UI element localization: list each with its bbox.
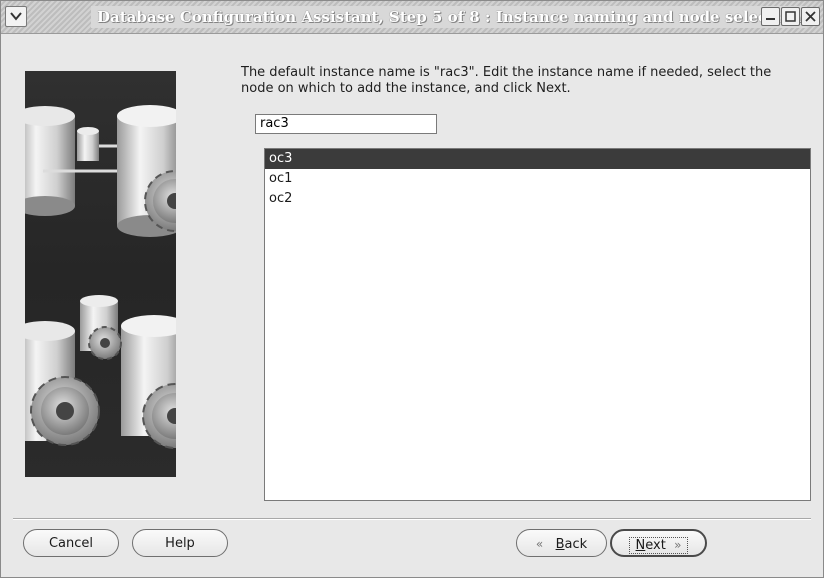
footer-divider [13, 518, 811, 520]
window-title: Database Configuration Assistant, Step 5… [91, 6, 807, 28]
chevron-left-icon: « [535, 537, 544, 551]
help-button[interactable]: Help [132, 529, 228, 557]
cancel-button[interactable]: Cancel [23, 529, 119, 557]
instance-name-input[interactable] [255, 114, 437, 134]
wizard-illustration [25, 71, 176, 477]
instructions-text: The default instance name is "rac3". Edi… [241, 65, 772, 96]
cancel-button-label: Cancel [48, 536, 94, 551]
minimize-button[interactable] [761, 7, 780, 26]
title-bar[interactable]: Database Configuration Assistant, Step 5… [1, 1, 823, 34]
list-item-oc3[interactable]: oc3 [265, 149, 810, 169]
minimize-icon [766, 18, 775, 20]
dialog-window: Database Configuration Assistant, Step 5… [0, 0, 824, 578]
back-button[interactable]: « Back [516, 529, 607, 557]
help-button-label: Help [165, 536, 195, 551]
list-item-oc1[interactable]: oc1 [265, 169, 810, 189]
close-button[interactable] [801, 7, 820, 26]
next-focus-ring: Next » [628, 537, 689, 554]
close-icon [805, 11, 816, 22]
maximize-button[interactable] [781, 7, 800, 26]
window-menu-button[interactable] [5, 6, 27, 27]
next-mnemonic: N [635, 538, 646, 553]
next-button-label: ext [645, 538, 666, 553]
maximize-icon [785, 11, 796, 22]
back-button-label: ack [564, 537, 588, 552]
back-mnemonic: B [555, 537, 565, 552]
list-item-oc2[interactable]: oc2 [265, 189, 810, 209]
chevron-right-icon: » [674, 538, 682, 552]
database-gears-illustration [25, 105, 176, 449]
chevron-down-icon [10, 12, 22, 21]
next-button[interactable]: Next » [610, 529, 707, 557]
node-list[interactable]: oc3 oc1 oc2 [264, 148, 811, 501]
